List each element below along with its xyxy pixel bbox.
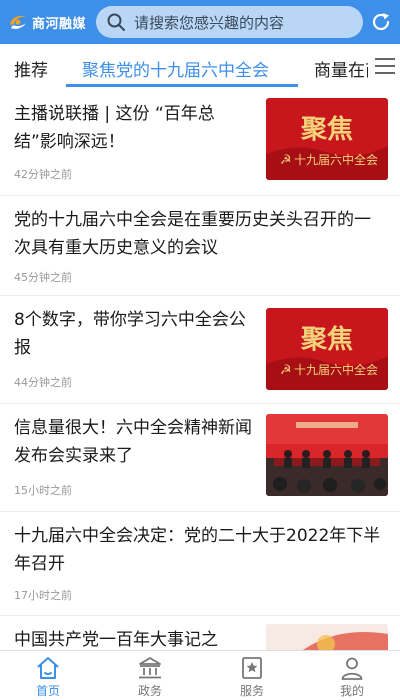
news-time: 15小时之前: [14, 484, 72, 497]
news-item[interactable]: 8个数字，带你学习六中全会公报 44分钟之前 聚焦 ☭ 十九届六中全会: [0, 296, 400, 404]
nav-label: 服务: [239, 684, 264, 698]
news-title: 主播说联播 | 这份 “百年总结”影响深远！: [14, 104, 215, 152]
news-item[interactable]: 中国共产党一百年大事记之: [0, 616, 400, 650]
news-title: 8个数字，带你学习六中全会公报: [14, 310, 246, 358]
news-time: 44分钟之前: [14, 376, 72, 389]
service-bookmark-icon: [242, 657, 262, 679]
news-thumbnail: 聚焦 ☭ 十九届六中全会: [266, 308, 388, 390]
news-thumbnail: [266, 624, 388, 650]
nav-mine[interactable]: 我的: [322, 655, 382, 699]
news-title: 党的十九届六中全会是在重要历史关头召开的一次具有重大历史意义的会议: [14, 210, 371, 258]
nav-label: 我的: [339, 684, 364, 698]
category-tabs: 推荐 聚焦党的十九届六中全会 商量在商: [0, 44, 400, 90]
news-time: 17小时之前: [14, 589, 72, 602]
press-conference-image: [266, 414, 388, 496]
nav-label: 政务: [137, 684, 162, 698]
thumb-plenum-text: 十九届六中全会: [294, 152, 378, 167]
svg-text:☭: ☭: [280, 153, 292, 168]
plenum-focus-image: 聚焦 ☭ 十九届六中全会: [266, 308, 388, 390]
news-item[interactable]: 十九届六中全会决定：党的二十大于2022年下半年召开 17小时之前: [0, 512, 400, 616]
news-thumbnail: [266, 414, 388, 496]
news-thumbnail: 聚焦 ☭ 十九届六中全会: [266, 98, 388, 180]
tab-recommend[interactable]: 推荐: [14, 56, 48, 81]
active-tab-indicator: [66, 84, 298, 87]
user-icon: [341, 657, 363, 680]
search-placeholder: 请搜索您感兴趣的内容: [134, 13, 285, 32]
nav-home[interactable]: 首页: [18, 655, 78, 699]
news-title: 信息量很大！六中全会精神新闻发布会实录来了: [14, 418, 252, 466]
news-time: 42分钟之前: [14, 168, 72, 181]
home-icon: [37, 657, 59, 679]
search-input[interactable]: 请搜索您感兴趣的内容: [96, 6, 363, 38]
news-item[interactable]: 主播说联播 | 这份 “百年总结”影响深远！ 42分钟之前 聚焦 ☭ 十九届六中…: [0, 90, 400, 196]
thumb-focus-text: 聚焦: [300, 324, 353, 355]
menu-icon[interactable]: [374, 57, 396, 75]
app-logo[interactable]: 商河融媒: [6, 10, 86, 34]
government-building-icon: [139, 657, 161, 679]
news-title: 中国共产党一百年大事记之: [14, 630, 218, 650]
centenary-image: [266, 624, 388, 650]
thumb-plenum-text: 十九届六中全会: [294, 362, 378, 377]
news-item[interactable]: 党的十九届六中全会是在重要历史关头召开的一次具有重大历史意义的会议 45分钟之前: [0, 196, 400, 296]
nav-service[interactable]: 服务: [222, 655, 282, 699]
logo-mark-icon: [10, 15, 26, 29]
plenum-focus-image: 聚焦 ☭ 十九届六中全会: [266, 98, 388, 180]
search-icon: [107, 13, 125, 31]
refresh-icon[interactable]: [370, 11, 392, 33]
news-item[interactable]: 信息量很大！六中全会精神新闻发布会实录来了 15小时之前: [0, 404, 400, 512]
svg-text:☭: ☭: [280, 363, 292, 378]
tab-plenum-focus[interactable]: 聚焦党的十九届六中全会: [82, 56, 269, 81]
thumb-focus-text: 聚焦: [300, 114, 353, 145]
news-title: 十九届六中全会决定：党的二十大于2022年下半年召开: [14, 526, 381, 574]
bottom-nav: 首页 政务 服务 我的: [0, 650, 400, 700]
nav-government[interactable]: 政务: [120, 655, 180, 699]
nav-label: 首页: [35, 684, 60, 698]
top-bar: 商河融媒 请搜索您感兴趣的内容: [0, 0, 400, 44]
app-name: 商河融媒: [32, 16, 87, 32]
news-time: 45分钟之前: [14, 271, 72, 284]
